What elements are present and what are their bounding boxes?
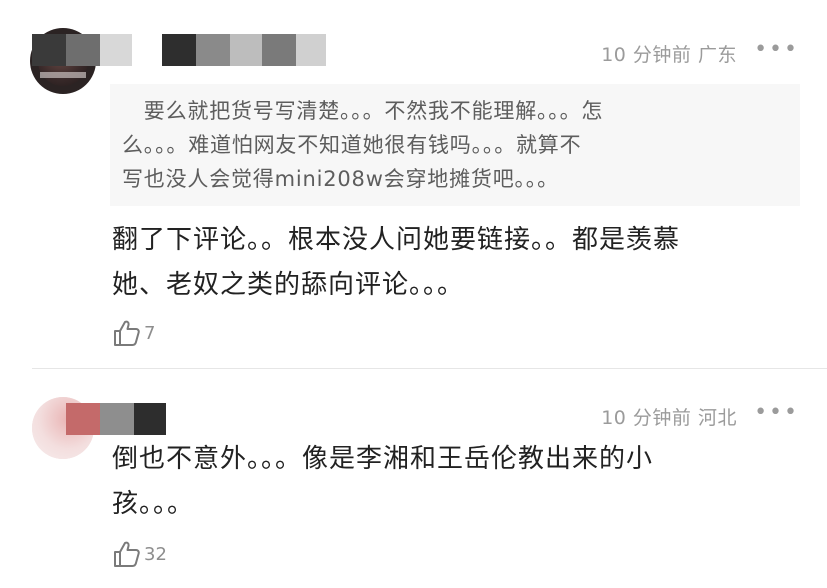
comment-item: 10 分钟前 广东 ••• 要么就把货号写清楚。。。不然我不能理解。。。怎 么。…: [0, 0, 827, 368]
username-mosaic[interactable]: [32, 34, 326, 66]
quoted-line: 么。。。难道怕网友不知道她很有钱吗。。。就算不: [122, 133, 582, 157]
mosaic-block: [296, 34, 326, 66]
more-dots-icon[interactable]: •••: [754, 39, 799, 61]
more-dots-icon[interactable]: •••: [754, 402, 799, 424]
comment-time: 10 分钟前: [601, 407, 692, 429]
mosaic-block: [132, 34, 162, 66]
comment-location: 广东: [697, 44, 737, 66]
comment-body: 倒也不意外。。。像是李湘和王岳伦教出来的小 孩。。。: [112, 437, 792, 527]
comment-line: 倒也不意外。。。像是李湘和王岳伦教出来的小: [112, 444, 654, 474]
like-count: 7: [144, 322, 156, 344]
comment-line: 她、老奴之类的舔向评论。。。: [112, 270, 465, 300]
mosaic-block: [134, 403, 166, 435]
comment-meta: 10 分钟前 广东: [601, 40, 737, 67]
comment-line: 孩。。。: [112, 489, 195, 519]
like-button[interactable]: 7: [112, 318, 155, 348]
thumbs-up-icon: [114, 320, 140, 346]
username-mosaic[interactable]: [66, 403, 166, 435]
comment-meta: 10 分钟前 河北: [601, 403, 737, 430]
comment-location: 河北: [697, 407, 737, 429]
quoted-line: 写也没人会觉得mini208w会穿地摊货吧。。。: [122, 167, 559, 191]
mosaic-block: [230, 34, 262, 66]
mosaic-block: [100, 34, 132, 66]
quoted-line: 要么就把货号写清楚。。。不然我不能理解。。。怎: [122, 99, 604, 123]
quoted-reply[interactable]: 要么就把货号写清楚。。。不然我不能理解。。。怎 么。。。难道怕网友不知道她很有钱…: [110, 84, 800, 206]
mosaic-block: [162, 34, 196, 66]
avatar-caption-blur: [40, 72, 86, 78]
comment-item: 10 分钟前 河北 ••• 倒也不意外。。。像是李湘和王岳伦教出来的小 孩。。。…: [0, 369, 827, 588]
mosaic-block: [66, 403, 100, 435]
thumbs-up-icon: [114, 541, 140, 567]
comment-line: 翻了下评论。。根本没人问她要链接。。都是羡慕: [112, 225, 681, 255]
mosaic-block: [196, 34, 230, 66]
mosaic-block: [66, 34, 100, 66]
like-button[interactable]: 32: [112, 539, 167, 569]
mosaic-block: [32, 34, 66, 66]
like-count: 32: [144, 543, 167, 565]
comment-body: 翻了下评论。。根本没人问她要链接。。都是羡慕 她、老奴之类的舔向评论。。。: [112, 218, 792, 308]
comment-time: 10 分钟前: [601, 44, 692, 66]
mosaic-block: [100, 403, 134, 435]
mosaic-block: [262, 34, 296, 66]
